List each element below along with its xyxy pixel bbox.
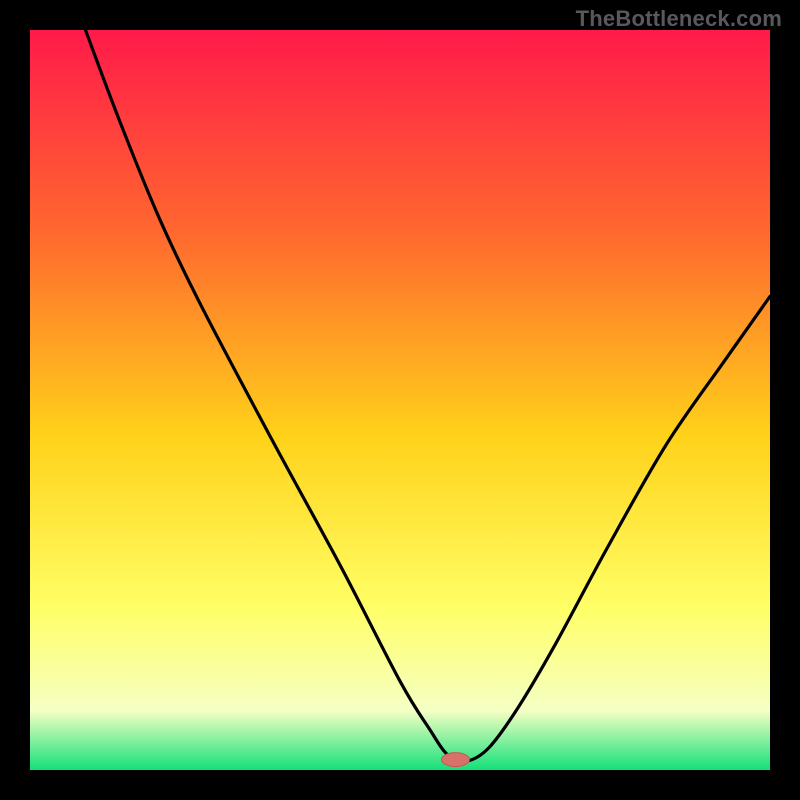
optimal-point-marker [442,753,470,767]
plot-area [30,30,770,770]
chart-frame: TheBottleneck.com [0,0,800,800]
watermark-label: TheBottleneck.com [576,6,782,32]
gradient-background [30,30,770,770]
bottleneck-chart [30,30,770,770]
